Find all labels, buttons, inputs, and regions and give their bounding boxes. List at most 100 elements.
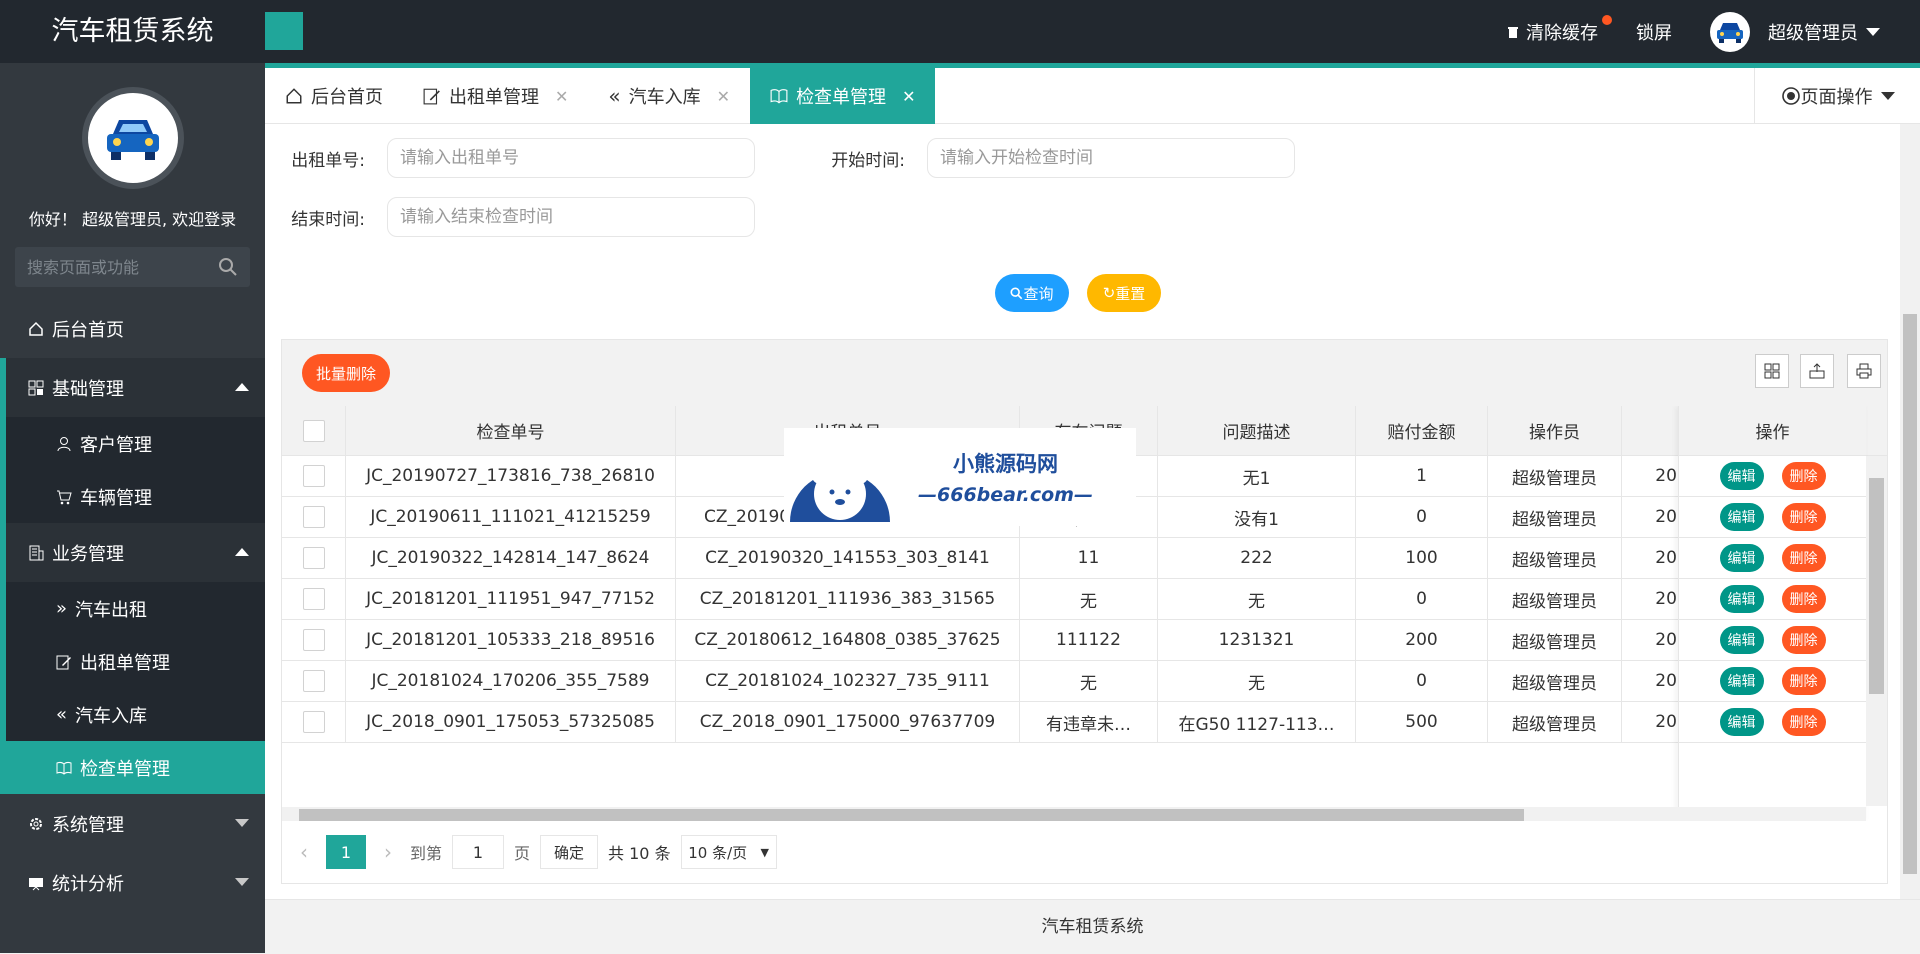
page-size-select[interactable]: 10 条/页 ▼: [680, 835, 777, 869]
table-row[interactable]: JC_20181024_170206_355_7589 CZ_20181024_1…: [282, 661, 1887, 702]
edit-button[interactable]: 编辑: [1719, 626, 1764, 654]
table-vertical-scrollbar[interactable]: [1866, 456, 1887, 806]
end-time-field: 结束时间:: [265, 197, 755, 237]
edit-button[interactable]: 编辑: [1719, 503, 1764, 531]
page-vertical-scrollbar[interactable]: [1900, 124, 1920, 899]
submenu-basic: 客户管理 车辆管理: [0, 417, 265, 523]
trash-icon: [1508, 26, 1518, 38]
table-row[interactable]: JC_20181201_105333_218_89516 CZ_20180612_…: [282, 620, 1887, 661]
lock-screen-button[interactable]: 锁屏: [1636, 19, 1672, 45]
tab-inspections[interactable]: 检查单管理 ✕: [750, 68, 936, 124]
delete-button[interactable]: 删除: [1781, 503, 1826, 531]
watermark-title: 小熊源码网: [952, 451, 1058, 476]
rent-no-input[interactable]: [387, 138, 755, 178]
user-menu[interactable]: 超级管理员: [1710, 11, 1880, 52]
close-icon[interactable]: ✕: [555, 87, 568, 106]
edit-button[interactable]: 编辑: [1719, 667, 1764, 695]
edit-button[interactable]: 编辑: [1719, 544, 1764, 572]
sidebar-item-car-stock-in[interactable]: « 汽车入库: [6, 688, 265, 741]
export-button[interactable]: [1800, 354, 1834, 388]
sidebar-item-car-rent[interactable]: » 汽车出租: [6, 582, 265, 635]
select-all-checkbox[interactable]: [302, 419, 325, 442]
page-number-current[interactable]: 1: [326, 835, 366, 869]
column-header[interactable]: 检查单号: [346, 406, 676, 455]
search-input[interactable]: [15, 247, 250, 287]
row-checkbox[interactable]: [302, 506, 325, 528]
edit-button[interactable]: 编辑: [1719, 585, 1764, 613]
row-checkbox[interactable]: [302, 711, 325, 733]
sidebar-item-inspections[interactable]: 检查单管理: [0, 741, 265, 794]
notification-dot: [1602, 14, 1612, 25]
sidebar-toggle-button[interactable]: [265, 12, 303, 50]
table-row[interactable]: JC_2018_0901_175053_57325085 CZ_2018_0901…: [282, 702, 1887, 743]
delete-button[interactable]: 删除: [1781, 585, 1826, 613]
print-button[interactable]: [1847, 354, 1881, 388]
table-cell: JC_20190727_173816_738_26810: [346, 456, 676, 496]
start-time-input[interactable]: [927, 138, 1295, 178]
delete-button[interactable]: 删除: [1781, 667, 1826, 695]
scrollbar-thumb[interactable]: [299, 809, 1524, 821]
scrollbar-thumb[interactable]: [1869, 478, 1884, 694]
chevron-down-icon: [235, 878, 249, 886]
sidebar-group-basic[interactable]: 基础管理: [0, 358, 265, 417]
sidebar-group-stats[interactable]: 统计分析: [0, 853, 265, 912]
delete-button[interactable]: 删除: [1781, 544, 1826, 572]
table-cell: 200: [1356, 620, 1488, 660]
search-button[interactable]: 查询: [995, 274, 1069, 312]
tab-car-stock-in[interactable]: « 汽车入库 ✕: [588, 68, 750, 124]
sidebar-item-vehicles[interactable]: 车辆管理: [6, 470, 265, 523]
row-checkbox[interactable]: [302, 629, 325, 651]
page-ops-label: 页面操作: [1800, 87, 1873, 108]
clear-cache-button[interactable]: 清除缓存: [1506, 14, 1612, 45]
goto-label: 到第: [410, 844, 443, 863]
edit-button[interactable]: 编辑: [1719, 708, 1764, 736]
sidebar-group-label: 业务管理: [52, 543, 124, 565]
avatar: [1710, 11, 1750, 52]
prev-page-icon[interactable]: ‹: [300, 840, 308, 864]
close-icon[interactable]: ✕: [717, 87, 730, 106]
column-header[interactable]: 操作员: [1488, 406, 1622, 455]
tab-bar: 后台首页 出租单管理 ✕ « 汽车入库 ✕ 检查单管理 ✕ 页面操作: [265, 68, 1920, 124]
page-jump-confirm-button[interactable]: 确定: [540, 835, 599, 869]
row-checkbox[interactable]: [302, 547, 325, 569]
batch-delete-button[interactable]: 批量删除: [302, 354, 390, 392]
table-row[interactable]: JC_20190322_142814_147_8624 CZ_20190320_1…: [282, 538, 1887, 579]
sidebar-item-customers[interactable]: 客户管理: [6, 417, 265, 470]
sidebar-group-business[interactable]: 业务管理: [0, 523, 265, 582]
sidebar-group-system[interactable]: 系统管理: [0, 794, 265, 853]
scrollbar-thumb[interactable]: [1903, 314, 1917, 874]
table-row[interactable]: JC_20181201_111951_947_77152 CZ_20181201_…: [282, 579, 1887, 620]
row-checkbox[interactable]: [302, 670, 325, 692]
delete-button[interactable]: 删除: [1781, 626, 1826, 654]
sidebar-item-label: 车辆管理: [80, 487, 152, 509]
reset-button[interactable]: ↻ 重置: [1087, 274, 1161, 312]
refresh-icon: ↻: [1102, 284, 1116, 302]
next-page-icon[interactable]: ›: [384, 840, 392, 864]
delete-button[interactable]: 删除: [1781, 708, 1826, 736]
clear-cache-label: 清除缓存: [1526, 22, 1598, 44]
page-operations-menu[interactable]: 页面操作: [1754, 68, 1920, 124]
search-icon[interactable]: [218, 257, 238, 277]
table-cell: 0: [1356, 579, 1488, 619]
tab-label: 后台首页: [311, 87, 383, 108]
tab-home[interactable]: 后台首页: [265, 68, 403, 124]
tab-rent-orders[interactable]: 出租单管理 ✕: [403, 68, 588, 124]
close-icon[interactable]: ✕: [902, 87, 915, 106]
column-header[interactable]: 赔付金额: [1356, 406, 1488, 455]
edit-button[interactable]: 编辑: [1719, 462, 1764, 490]
sidebar-item-home[interactable]: 后台首页: [0, 299, 265, 358]
table-horizontal-scrollbar[interactable]: [282, 807, 1866, 821]
table-cell: JC_20181024_170206_355_7589: [346, 661, 676, 701]
end-time-input[interactable]: [387, 197, 755, 237]
sidebar-item-rent-orders[interactable]: 出租单管理: [6, 635, 265, 688]
table-cell: JC_20190322_142814_147_8624: [346, 538, 676, 578]
columns-filter-button[interactable]: [1755, 354, 1789, 388]
delete-button[interactable]: 删除: [1781, 462, 1826, 490]
start-time-field: 开始时间:: [745, 138, 1295, 178]
column-header[interactable]: 问题描述: [1158, 406, 1356, 455]
row-checkbox[interactable]: [302, 588, 325, 610]
page-jump-input[interactable]: 1: [452, 835, 505, 869]
table-cell: CZ_20181024_102327_735_9111: [676, 661, 1020, 701]
row-checkbox[interactable]: [302, 465, 325, 487]
search-icon: [1010, 286, 1023, 299]
